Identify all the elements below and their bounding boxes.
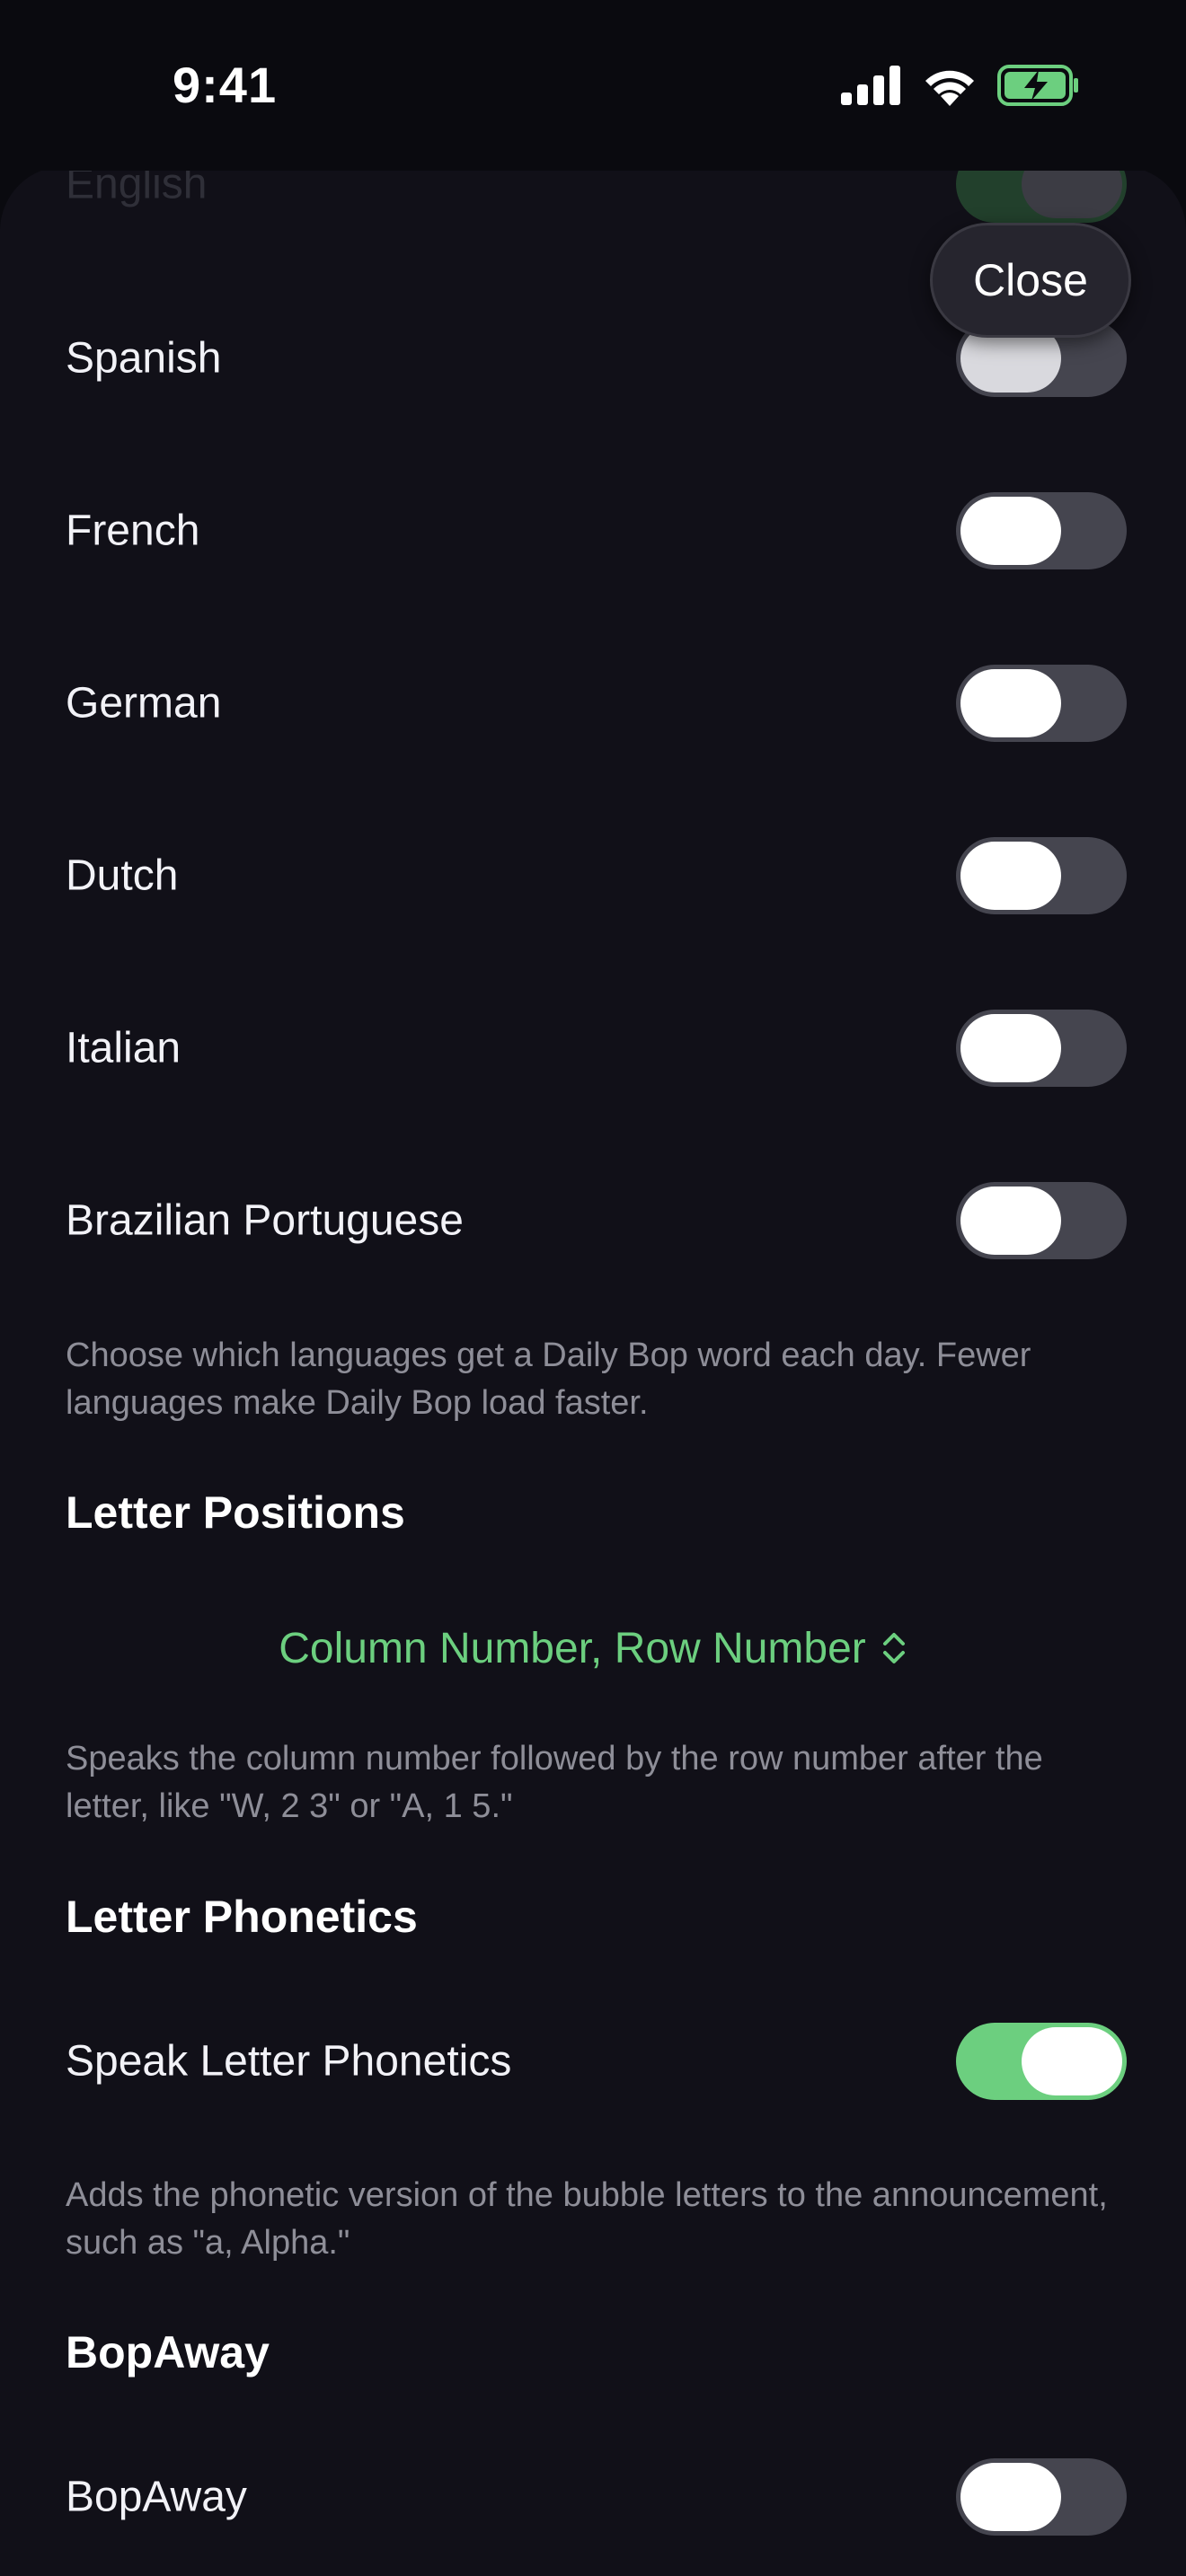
language-label-english: English: [66, 166, 208, 208]
toggle-french[interactable]: [956, 492, 1127, 569]
chevron-up-down-icon: [882, 1633, 905, 1663]
language-row-brazilian-portuguese: Brazilian Portuguese: [0, 1171, 1186, 1270]
toggle-dutch[interactable]: [956, 837, 1127, 914]
language-row-dutch: Dutch: [0, 826, 1186, 925]
speak-letter-phonetics-row: Speak Letter Phonetics: [0, 2012, 1186, 2111]
status-bar: 9:41: [0, 0, 1186, 171]
letter-positions-header: Letter Positions: [66, 1487, 405, 1538]
language-label-italian: Italian: [66, 1024, 181, 1072]
cellular-signal-icon: [841, 66, 900, 105]
language-label-french: French: [66, 507, 200, 555]
speak-letter-phonetics-label: Speak Letter Phonetics: [66, 2037, 512, 2086]
language-row-german: German: [0, 654, 1186, 753]
language-label-dutch: Dutch: [66, 851, 179, 900]
bopaway-header: BopAway: [66, 2327, 270, 2378]
language-row-italian: Italian: [0, 999, 1186, 1098]
letter-positions-value: Column Number, Row Number: [279, 1624, 866, 1672]
settings-sheet: English Spanish French German Dutch Ital…: [0, 166, 1186, 2576]
letter-positions-picker[interactable]: Column Number, Row Number: [0, 1608, 1186, 1689]
letter-phonetics-header: Letter Phonetics: [66, 1892, 418, 1942]
status-icons: [841, 63, 1080, 108]
status-time: 9:41: [173, 57, 278, 113]
close-button[interactable]: Close: [930, 223, 1131, 338]
battery-charging-icon: [997, 65, 1078, 106]
bopaway-row: BopAway: [0, 2448, 1186, 2546]
wifi-icon: [925, 70, 974, 106]
toggle-english[interactable]: [956, 166, 1127, 223]
languages-footer: Choose which languages get a Daily Bop w…: [66, 1337, 1031, 1422]
bopaway-label: BopAway: [66, 2473, 247, 2521]
letter-positions-footer: Speaks the column number followed by the…: [66, 1740, 1043, 1825]
toggle-bopaway[interactable]: [956, 2458, 1127, 2536]
language-label-brazilian-portuguese: Brazilian Portuguese: [66, 1196, 464, 1245]
toggle-brazilian-portuguese[interactable]: [956, 1182, 1127, 1259]
language-label-spanish: Spanish: [66, 334, 222, 383]
toggle-italian[interactable]: [956, 1010, 1127, 1087]
toggle-german[interactable]: [956, 665, 1127, 742]
language-label-german: German: [66, 679, 222, 728]
language-row-french: French: [0, 481, 1186, 580]
letter-phonetics-footer: Adds the phonetic version of the bubble …: [66, 2176, 1108, 2262]
toggle-speak-letter-phonetics[interactable]: [956, 2023, 1127, 2100]
